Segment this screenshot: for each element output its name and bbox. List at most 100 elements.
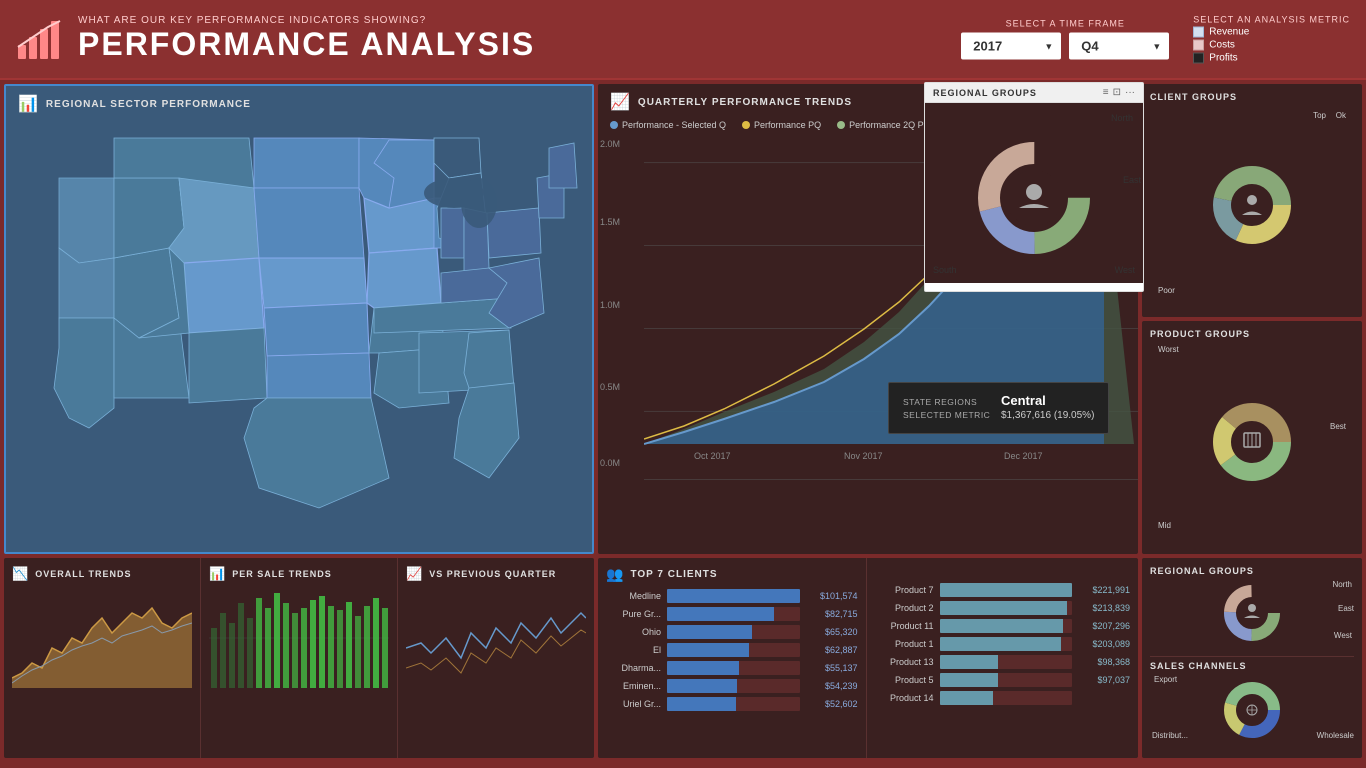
header-title: PERFORMANCE ANALYSIS [78, 26, 535, 63]
client-bar-ohio [667, 625, 752, 639]
client-groups-title: CLIENT GROUPS [1150, 92, 1354, 102]
rg-expand-icon[interactable]: ⊡ [1113, 87, 1121, 98]
bottom-trends: 📉 OVERALL TRENDS 📊 PER SALE TRENDS [4, 558, 594, 758]
header-controls: SELECT A TIME FRAME 201720162018 Q4Q1Q2Q… [961, 15, 1350, 64]
product-row-5: Product 5 $97,037 [879, 673, 1131, 687]
client-bar-medline [667, 589, 800, 603]
product-name-11: Product 11 [879, 621, 934, 631]
year-dropdown[interactable]: 201720162018 [961, 33, 1061, 60]
client-bar-el [667, 643, 749, 657]
legend-label-pq: Performance PQ [754, 120, 821, 130]
quarter-dropdown-wrapper[interactable]: Q4Q1Q2Q3 [1069, 33, 1169, 60]
rg-north: North [1332, 580, 1352, 589]
metric-box-costs [1193, 40, 1204, 51]
client-bar-pure [667, 607, 774, 621]
metric-box-revenue [1193, 27, 1204, 38]
product-name-13: Product 13 [879, 657, 934, 667]
client-value-pure: $82,715 [806, 609, 858, 619]
regional-panel-header: 📊 REGIONAL SECTOR PERFORMANCE [6, 86, 592, 118]
metric-options: Revenue Costs Profits [1193, 27, 1249, 64]
top-clients-panel: 👥 TOP 7 CLIENTS Medline $101,574 Pure Gr… [598, 558, 867, 758]
client-name-uriel: Uriel Gr... [606, 699, 661, 709]
client-bar-bg-uriel [667, 697, 800, 711]
tooltip-metric-label: SELECTED METRIC [903, 410, 993, 420]
svg-text:Dec 2017: Dec 2017 [1004, 451, 1043, 461]
header-icon [16, 15, 64, 63]
top-clients-icon: 👥 [606, 566, 624, 583]
client-bar-dharma [667, 661, 739, 675]
sc-distribut: Distribut... [1152, 731, 1188, 740]
overall-trends-title: 📉 OVERALL TRENDS [12, 566, 192, 582]
quarterly-title: QUARTERLY PERFORMANCE TRENDS [638, 97, 852, 108]
top-products-panel: Product 7 $221,991 Product 2 $213,839 Pr… [871, 558, 1139, 758]
client-value-dharma: $55,137 [806, 663, 858, 673]
product-row-2: Product 2 $213,839 [879, 601, 1131, 615]
product-value-1: $203,089 [1078, 639, 1130, 649]
product-bar-7 [940, 583, 1073, 597]
rg-menu-icon[interactable]: ≡ [1103, 87, 1109, 98]
legend-label-selected: Performance - Selected Q [622, 120, 726, 130]
client-value-ohio: $65,320 [806, 627, 858, 637]
product-row-14: Product 14 [879, 691, 1131, 705]
quarter-dropdown[interactable]: Q4Q1Q2Q3 [1069, 33, 1169, 60]
pg-label-best: Best [1330, 422, 1346, 431]
client-bar-bg-medline [667, 589, 800, 603]
client-groups-donut [1202, 160, 1302, 250]
product-value-13: $98,368 [1078, 657, 1130, 667]
legend-selected-q: Performance - Selected Q [610, 120, 726, 130]
time-frame-block: SELECT A TIME FRAME 201720162018 Q4Q1Q2Q… [961, 19, 1169, 60]
product-name-7: Product 7 [879, 585, 934, 595]
per-sale-trends-section: 📊 PER SALE TRENDS [201, 558, 398, 758]
product-bar-bg-14 [940, 691, 1073, 705]
regional-sector-panel: 📊 REGIONAL SECTOR PERFORMANCE [4, 84, 594, 554]
top-clients-title: 👥 TOP 7 CLIENTS [606, 566, 858, 583]
product-groups-donut [1202, 397, 1302, 487]
client-row-ohio: Ohio $65,320 [606, 625, 858, 639]
regional-groups-donut [1207, 575, 1297, 645]
rg-north-label: North [1111, 113, 1133, 123]
sc-export: Export [1154, 675, 1177, 684]
client-bar-bg-dharma [667, 661, 800, 675]
product-name-14: Product 14 [879, 693, 934, 703]
product-bar-5 [940, 673, 998, 687]
rg-overlay-title: REGIONAL GROUPS [933, 88, 1037, 98]
tooltip-state-label: STATE REGIONS [903, 397, 993, 407]
metric-costs[interactable]: Costs [1193, 40, 1249, 51]
rg-more-icon[interactable]: ··· [1125, 87, 1135, 98]
product-bar-bg-5 [940, 673, 1073, 687]
client-bar-uriel [667, 697, 736, 711]
sales-channels-donut [1207, 672, 1297, 742]
client-bar-bg-eminen [667, 679, 800, 693]
svg-text:Oct 2017: Oct 2017 [694, 451, 731, 461]
product-value-5: $97,037 [1078, 675, 1130, 685]
product-bar-11 [940, 619, 1063, 633]
product-name-2: Product 2 [879, 603, 934, 613]
metric-profits[interactable]: Profits [1193, 53, 1249, 64]
product-bar-14 [940, 691, 993, 705]
product-value-11: $207,296 [1078, 621, 1130, 631]
metric-revenue[interactable]: Revenue [1193, 27, 1249, 38]
bottom-middle: 👥 TOP 7 CLIENTS Medline $101,574 Pure Gr… [598, 558, 1138, 758]
product-row-11: Product 11 $207,296 [879, 619, 1131, 633]
main-grid: 📊 REGIONAL SECTOR PERFORMANCE [0, 80, 1366, 768]
header-subtitle: WHAT ARE OUR KEY PERFORMANCE INDICATORS … [78, 15, 535, 26]
rg-west-label: West [1115, 265, 1135, 275]
regional-panel-icon: 📊 [18, 94, 38, 114]
rg-overlay-header: REGIONAL GROUPS ≡ ⊡ ··· [925, 83, 1143, 103]
client-value-eminen: $54,239 [806, 681, 858, 691]
header-text: WHAT ARE OUR KEY PERFORMANCE INDICATORS … [78, 15, 535, 63]
client-bar-bg-ohio [667, 625, 800, 639]
cg-label-poor: Poor [1158, 286, 1175, 295]
legend-dot-selected [610, 121, 618, 129]
client-row-dharma: Dharma... $55,137 [606, 661, 858, 675]
rg-east-label: East [1123, 175, 1141, 185]
tooltip: STATE REGIONS Central SELECTED METRIC $1… [888, 382, 1109, 434]
product-value-2: $213,839 [1078, 603, 1130, 613]
time-frame-label: SELECT A TIME FRAME [1006, 19, 1125, 29]
rg-overlay-icons: ≡ ⊡ ··· [1103, 87, 1135, 98]
client-row-pure: Pure Gr... $82,715 [606, 607, 858, 621]
map-container [6, 118, 592, 548]
year-dropdown-wrapper[interactable]: 201720162018 [961, 33, 1061, 60]
rg-east: East [1338, 604, 1354, 613]
sc-wholesale: Wholesale [1317, 731, 1354, 740]
